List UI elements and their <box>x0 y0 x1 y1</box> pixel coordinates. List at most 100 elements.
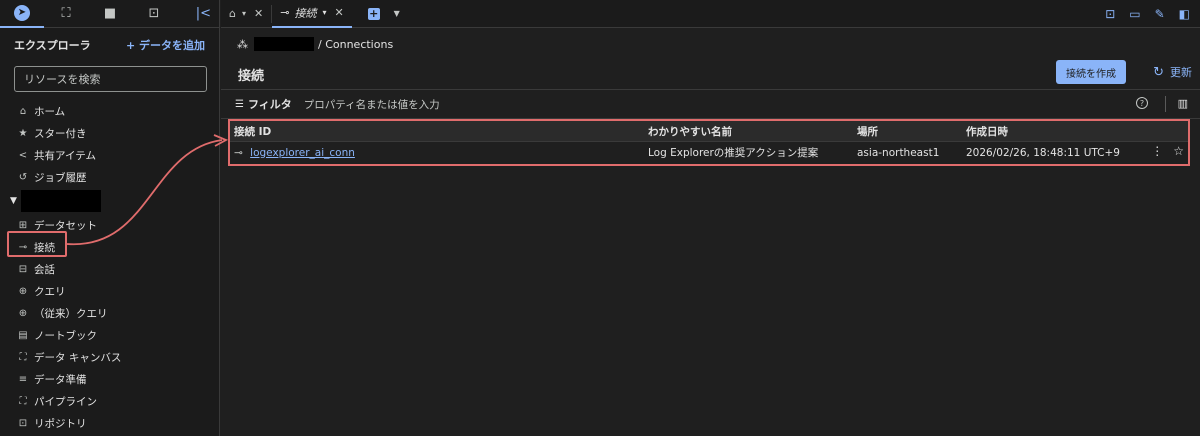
connection-link[interactable]: logexplorer_ai_conn <box>250 147 355 159</box>
column-header-location[interactable]: 場所 <box>857 124 966 139</box>
new-tab-button[interactable]: + <box>367 7 380 20</box>
divider <box>1165 96 1166 112</box>
nav-label: データ キャンバス <box>34 351 122 364</box>
nav-item-conversations[interactable]: ⊟ 会話 <box>0 258 219 280</box>
repository-tab[interactable]: ⊡ <box>132 0 176 28</box>
tab-connections[interactable]: ⊸ 接続 ▾ ✕ <box>272 0 352 28</box>
close-icon[interactable]: ✕ <box>334 6 343 19</box>
repository-icon: ⊡ <box>18 417 28 429</box>
project-row[interactable]: ▼ <box>0 188 219 214</box>
columns-icon[interactable]: ▥ <box>1178 97 1188 110</box>
refresh-label: 更新 <box>1170 66 1192 79</box>
chevron-down-icon[interactable]: ▾ <box>242 9 246 18</box>
star-icon: ★ <box>18 127 28 139</box>
explorer-title: エクスプローラ <box>14 39 91 52</box>
cell-created: 2026/02/26, 18:48:11 UTC+9 <box>966 146 1120 159</box>
search-placeholder: リソースを検索 <box>24 73 101 86</box>
connection-icon: ⊸ <box>280 6 290 19</box>
cell-friendly-name: Log Explorerの推奨アクション提案 <box>648 147 819 159</box>
sidebar-tabs: ➤ ⛶ ■ ⊡ |< <box>0 0 219 28</box>
sidebar: ➤ ⛶ ■ ⊡ |< エクスプローラ + データを追加 リソースを検索 ⌂ ホーム… <box>0 0 220 436</box>
history-icon: ↺ <box>18 171 28 183</box>
redacted-project-name <box>254 37 314 51</box>
column-header-id[interactable]: 接続 ID <box>230 124 648 139</box>
nav-label: クエリ <box>34 285 66 298</box>
query-icon: ⊕ <box>18 285 28 297</box>
nav-item-pipelines[interactable]: ⛶ パイプライン <box>0 390 219 412</box>
top-right-toolbar: ⊡ ▭ ✎ ◧ <box>1105 7 1190 21</box>
chevron-down-icon[interactable]: ▾ <box>322 8 326 17</box>
resource-search-input[interactable]: リソースを検索 <box>14 66 207 92</box>
filter-icon: ☰ <box>235 98 244 110</box>
pipeline-icon: ⛶ <box>19 395 27 407</box>
pipeline-icon: ⛶ <box>61 6 71 21</box>
nav-item-notebooks[interactable]: ▤ ノートブック <box>0 324 219 346</box>
close-icon[interactable]: ✕ <box>254 7 263 20</box>
keyboard-icon[interactable]: ▭ <box>1129 7 1140 21</box>
filter-input[interactable]: プロパティ名または値を入力 <box>304 97 440 112</box>
caret-down-icon[interactable]: ▼ <box>10 196 17 206</box>
tab-home[interactable]: ⌂ ▾ ✕ <box>221 0 271 28</box>
nav-item-home[interactable]: ⌂ ホーム <box>0 100 219 122</box>
filter-label: フィルタ <box>247 98 292 111</box>
pipelines-tab[interactable]: ⛶ <box>44 0 88 28</box>
layout-icon[interactable]: ◧ <box>1179 7 1190 21</box>
nav-item-starred[interactable]: ★ スター付き <box>0 122 219 144</box>
nav-item-data-prep[interactable]: ≡ データ準備 <box>0 368 219 390</box>
nav-label: 会話 <box>34 263 55 276</box>
nav-label: 共有アイテム <box>34 149 96 162</box>
share-icon: < <box>18 149 28 161</box>
notebook-icon: ▤ <box>18 329 28 341</box>
data-prep-icon: ≡ <box>18 373 28 385</box>
nav-item-queries[interactable]: ⊕ クエリ <box>0 280 219 302</box>
add-data-button[interactable]: + データを追加 <box>126 37 205 53</box>
cell-id: ⊸ logexplorer_ai_conn <box>230 147 648 159</box>
pen-icon[interactable]: ✎ <box>1155 7 1165 21</box>
more-vert-icon[interactable]: ⋮ <box>1151 144 1163 158</box>
nav-label: データ準備 <box>34 373 87 386</box>
row-actions: ⋮ ☆ <box>1151 144 1184 158</box>
nav-list: ⌂ ホーム ★ スター付き < 共有アイテム ↺ ジョブ履歴 ▼ ⊞ データセット ⊸ 接続… <box>0 100 219 434</box>
scheduled-icon[interactable]: ⊡ <box>1105 7 1115 21</box>
connections-table: 接続 ID わかりやすい名前 場所 作成日時 ⊸ logexplorer_ai_… <box>228 119 1190 166</box>
dataset-icon: ⊞ <box>18 219 28 231</box>
nav-label: （従来）クエリ <box>34 307 108 320</box>
nav-item-shared[interactable]: < 共有アイテム <box>0 144 219 166</box>
nav-item-repositories[interactable]: ⊡ リポジトリ <box>0 412 219 434</box>
explorer-tab[interactable]: ➤ <box>0 0 44 28</box>
explorer-header: エクスプローラ + データを追加 <box>0 32 219 58</box>
nav-label: ホーム <box>34 105 66 118</box>
nav-item-job-history[interactable]: ↺ ジョブ履歴 <box>0 166 219 188</box>
nav-label: パイプライン <box>34 395 97 408</box>
help-icon[interactable]: ? <box>1136 97 1148 109</box>
breadcrumb-path: / Connections <box>318 37 394 51</box>
connection-icon: ⊸ <box>234 146 243 159</box>
nav-label: スター付き <box>34 127 87 140</box>
nav-item-legacy-queries[interactable]: ⊕ （従来）クエリ <box>0 302 219 324</box>
breadcrumb: ⁂ / Connections <box>237 37 393 51</box>
refresh-icon: ↻ <box>1153 64 1164 80</box>
folder-tab[interactable]: ■ <box>88 0 132 28</box>
column-header-created[interactable]: 作成日時 <box>966 124 1166 139</box>
repository-icon: ⊡ <box>148 6 160 21</box>
folder-icon: ■ <box>103 6 117 21</box>
filter-bar[interactable]: ☰ フィルタ プロパティ名または値を入力 ? ▥ <box>221 89 1200 119</box>
conversation-icon: ⊟ <box>18 263 28 275</box>
redacted-project-name <box>20 190 101 212</box>
legacy-query-icon: ⊕ <box>18 307 28 319</box>
star-outline-icon[interactable]: ☆ <box>1173 144 1184 158</box>
nav-label: ジョブ履歴 <box>34 171 87 184</box>
create-connection-button[interactable]: 接続を作成 <box>1056 60 1126 84</box>
compass-icon: ➤ <box>14 4 30 21</box>
chevron-down-icon[interactable]: ▼ <box>394 9 400 18</box>
nav-label: ノートブック <box>34 329 97 342</box>
collapse-sidebar-icon[interactable]: |< <box>196 6 211 21</box>
nav-label: リポジトリ <box>34 417 87 430</box>
home-icon: ⌂ <box>19 105 27 117</box>
refresh-button[interactable]: ↻ 更新 <box>1153 60 1192 84</box>
main-panel: ⁂ / Connections 接続 接続を作成 ↻ 更新 ☰ フィルタ プロパ… <box>221 29 1200 436</box>
nav-item-data-canvas[interactable]: ⛶ データ キャンバス <box>0 346 219 368</box>
annotation-highlight-connections <box>7 231 67 257</box>
table-row[interactable]: ⊸ logexplorer_ai_conn Log Explorerの推奨アクシ… <box>230 142 1188 163</box>
column-header-friendly-name[interactable]: わかりやすい名前 <box>648 124 857 139</box>
